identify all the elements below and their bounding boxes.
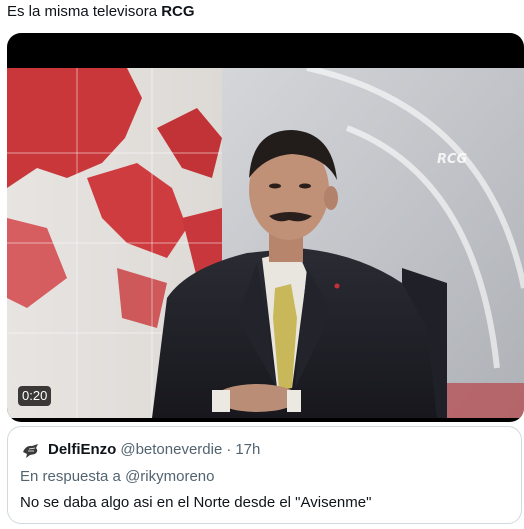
tweet-text-bold: RCG	[161, 3, 195, 20]
quoted-tweet-header: DelfiEnzo @betoneverdie · 17h	[20, 439, 260, 461]
reply-to-handle[interactable]: @rikymoreno	[125, 468, 214, 485]
video-frame[interactable]: RCG	[7, 68, 524, 418]
quoted-timestamp[interactable]: 17h	[235, 440, 260, 460]
tweet-text-prefix: Es la misma televisora	[7, 3, 162, 20]
quoted-display-name[interactable]: DelfiEnzo	[48, 440, 116, 460]
reply-context: En respuesta a @rikymoreno	[20, 467, 215, 487]
quoted-tweet-text: No se daba algo asi en el Norte desde el…	[20, 494, 372, 511]
quoted-handle[interactable]: @betoneverdie	[120, 440, 222, 460]
bird-avatar-icon[interactable]	[20, 439, 42, 461]
video-duration-badge: 0:20	[18, 386, 52, 406]
reply-prefix: En respuesta a	[20, 468, 126, 485]
quoted-tweet-card[interactable]: DelfiEnzo @betoneverdie · 17h En respues…	[7, 426, 522, 524]
video-player[interactable]: RCG 0:20	[7, 33, 524, 422]
tweet-text: Es la misma televisora RCG	[7, 2, 195, 22]
quoted-separator: ·	[226, 441, 232, 458]
news-anchor-video-still: RCG	[7, 68, 524, 418]
channel-watermark: RCG	[437, 152, 468, 167]
